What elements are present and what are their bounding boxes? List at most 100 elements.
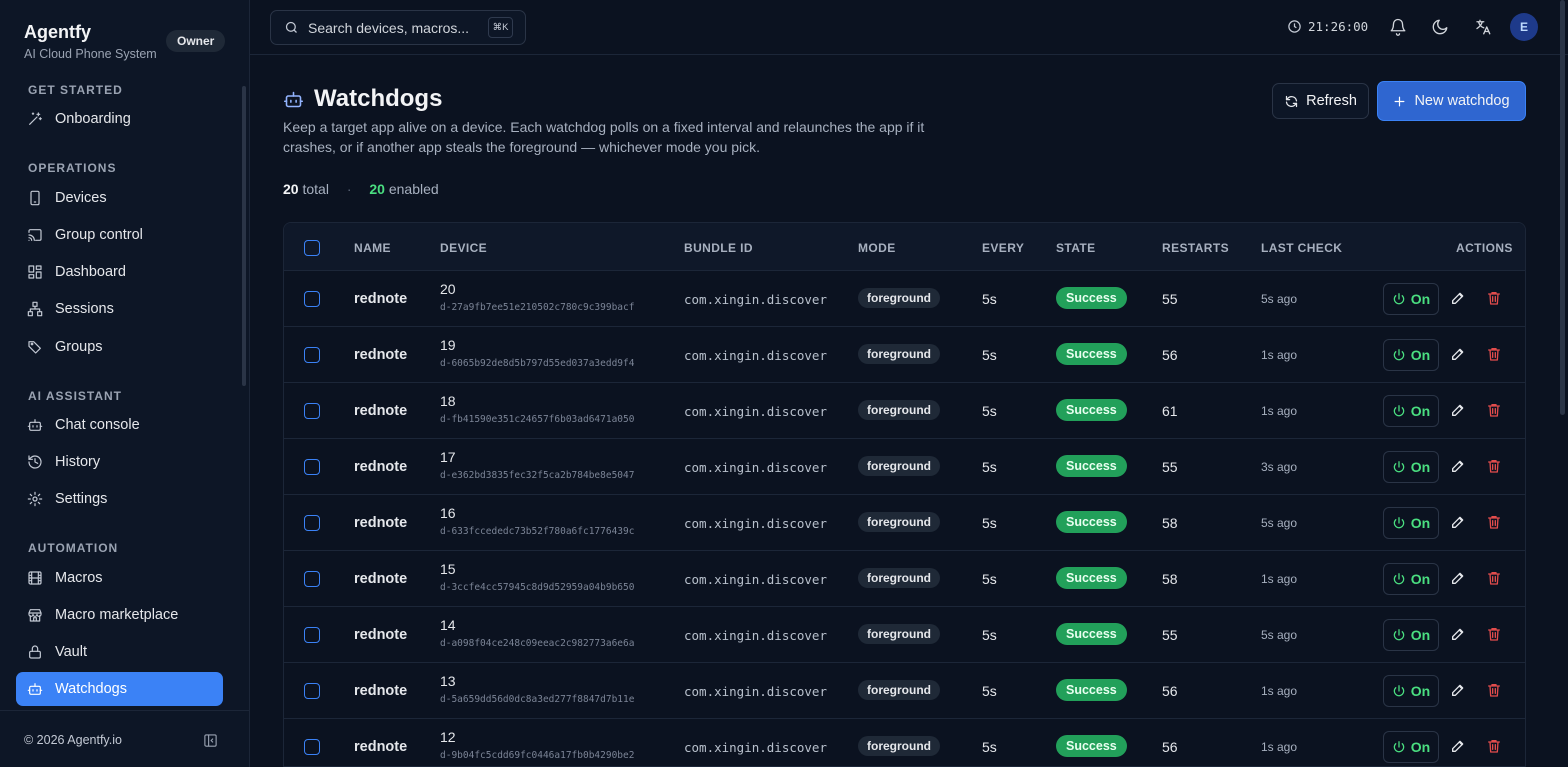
pencil-icon[interactable] [1450,738,1466,754]
moon-icon[interactable] [1431,18,1449,36]
toggle-enabled-button[interactable]: On [1383,675,1439,707]
sidebar-item-vault[interactable]: Vault [16,635,223,669]
table-row[interactable]: rednote 13 d-5a659dd56d0dc8a3ed277f8847d7b… [284,663,1525,719]
bot-icon [27,419,43,431]
toggle-enabled-button[interactable]: On [1383,507,1439,539]
pencil-icon[interactable] [1450,402,1466,418]
trash-icon[interactable] [1486,402,1502,418]
sidebar-item-sessions[interactable]: Sessions [16,292,223,326]
row-checkbox[interactable] [304,459,320,475]
sidebar-item-onboarding[interactable]: Onboarding [16,102,223,136]
last-check: 1s ago [1261,684,1298,698]
brand[interactable]: Agentfy AI Cloud Phone System [24,22,157,61]
restart-count: 58 [1162,571,1178,587]
trash-icon[interactable] [1486,682,1502,698]
sidebar-item-dashboard[interactable]: Dashboard [16,255,223,289]
sidebar-item-label: Macro marketplace [55,607,179,623]
bundle-id: com.xingin.discover [684,740,827,755]
sidebar-item-groups[interactable]: Groups [16,330,223,364]
trash-icon[interactable] [1486,458,1502,474]
sidebar-item-devices[interactable]: Devices [16,181,223,215]
column-header-name[interactable]: NAME [354,241,391,255]
table-row[interactable]: rednote 14 d-a098f04ce248c09eeac2c982773a6… [284,607,1525,663]
toggle-enabled-button[interactable]: On [1383,283,1439,315]
bell-icon[interactable] [1389,18,1407,36]
sidebar-item-history[interactable]: History [16,445,223,479]
table-row[interactable]: rednote 17 d-e362bd3835fec32f5ca2b784be8e5… [284,439,1525,495]
table-row[interactable]: rednote 12 d-9b04fc5cdd69fc0446a17fb0b4290… [284,719,1525,766]
interval: 5s [982,459,997,475]
pencil-icon[interactable] [1450,514,1466,530]
page-description: Keep a target app alive on a device. Eac… [283,119,925,155]
pencil-icon[interactable] [1450,290,1466,306]
row-checkbox[interactable] [304,571,320,587]
toggle-label: On [1410,347,1431,363]
trash-icon[interactable] [1486,346,1502,362]
power-icon [1393,293,1405,305]
bundle-id: com.xingin.discover [684,348,827,363]
toggle-enabled-button[interactable]: On [1383,619,1439,651]
table-row[interactable]: rednote 18 d-fb41590e351c24657f6b03ad6471a… [284,383,1525,439]
sidebar-item-label: Sessions [55,301,114,317]
trash-icon[interactable] [1486,570,1502,586]
table-row[interactable]: rednote 15 d-3ccfe4cc57945c8d9d52959a04b9b… [284,551,1525,607]
pencil-icon[interactable] [1450,458,1466,474]
trash-icon[interactable] [1486,514,1502,530]
sidebar-item-settings[interactable]: Settings [16,482,223,516]
toggle-enabled-button[interactable]: On [1383,339,1439,371]
pencil-icon[interactable] [1450,570,1466,586]
toggle-enabled-button[interactable]: On [1383,395,1439,427]
row-checkbox[interactable] [304,291,320,307]
history-icon [28,455,42,469]
trash-icon[interactable] [1486,738,1502,754]
page-scrollbar[interactable] [1560,0,1565,415]
search-icon [285,21,297,33]
bundle-id: com.xingin.discover [684,516,827,531]
row-checkbox[interactable] [304,515,320,531]
column-header-state[interactable]: STATE [1056,241,1096,255]
sidebar-item-macro-marketplace[interactable]: Macro marketplace [16,598,223,632]
refresh-button[interactable]: Refresh [1272,83,1369,119]
table-row[interactable]: rednote 19 d-6065b92de8d5b797d55ed037a3edd… [284,327,1525,383]
sidebar-item-label: Group control [55,227,143,243]
sidebar-scrollbar[interactable] [242,86,246,386]
toggle-enabled-button[interactable]: On [1383,451,1439,483]
column-header-mode[interactable]: MODE [858,241,896,255]
section-title-get-started: GET STARTED [28,83,123,97]
row-checkbox[interactable] [304,627,320,643]
trash-icon[interactable] [1486,290,1502,306]
clock-icon [1288,20,1301,33]
column-header-last-check[interactable]: LAST CHECK [1261,241,1342,255]
pencil-icon[interactable] [1450,626,1466,642]
total-label: total [302,181,329,197]
collapse-sidebar-icon[interactable] [203,733,218,748]
watchdog-name: rednote [354,347,408,363]
column-header-device[interactable]: DEVICE [440,241,487,255]
sidebar-item-chat-console[interactable]: Chat console [16,408,223,442]
toggle-enabled-button[interactable]: On [1383,563,1439,595]
row-checkbox[interactable] [304,683,320,699]
new-watchdog-button[interactable]: New watchdog [1377,81,1526,121]
row-checkbox[interactable] [304,739,320,755]
pencil-icon[interactable] [1450,346,1466,362]
sidebar-item-watchdogs[interactable]: Watchdogs [16,672,223,706]
sidebar-item-macros[interactable]: Macros [16,561,223,595]
avatar[interactable]: E [1510,13,1538,41]
row-checkbox[interactable] [304,403,320,419]
table-row[interactable]: rednote 16 d-633fccededc73b52f780a6fc17764… [284,495,1525,551]
state-badge: Success [1056,511,1127,533]
column-header-every[interactable]: EVERY [982,241,1024,255]
column-header-bundle-id[interactable]: BUNDLE ID [684,241,753,255]
bundle-id: com.xingin.discover [684,684,827,699]
toggle-enabled-button[interactable]: On [1383,731,1439,763]
translate-icon[interactable] [1474,18,1492,36]
trash-icon[interactable] [1486,626,1502,642]
table-row[interactable]: rednote 20 d-27a9fb7ee51e210502c780c9c399b… [284,271,1525,327]
column-header-restarts[interactable]: RESTARTS [1162,241,1229,255]
search-input[interactable]: Search devices, macros... ⌘K [270,10,526,45]
cast-icon [28,229,42,241]
row-checkbox[interactable] [304,347,320,363]
sidebar-item-group-control[interactable]: Group control [16,218,223,252]
pencil-icon[interactable] [1450,682,1466,698]
select-all-checkbox[interactable] [304,240,320,256]
